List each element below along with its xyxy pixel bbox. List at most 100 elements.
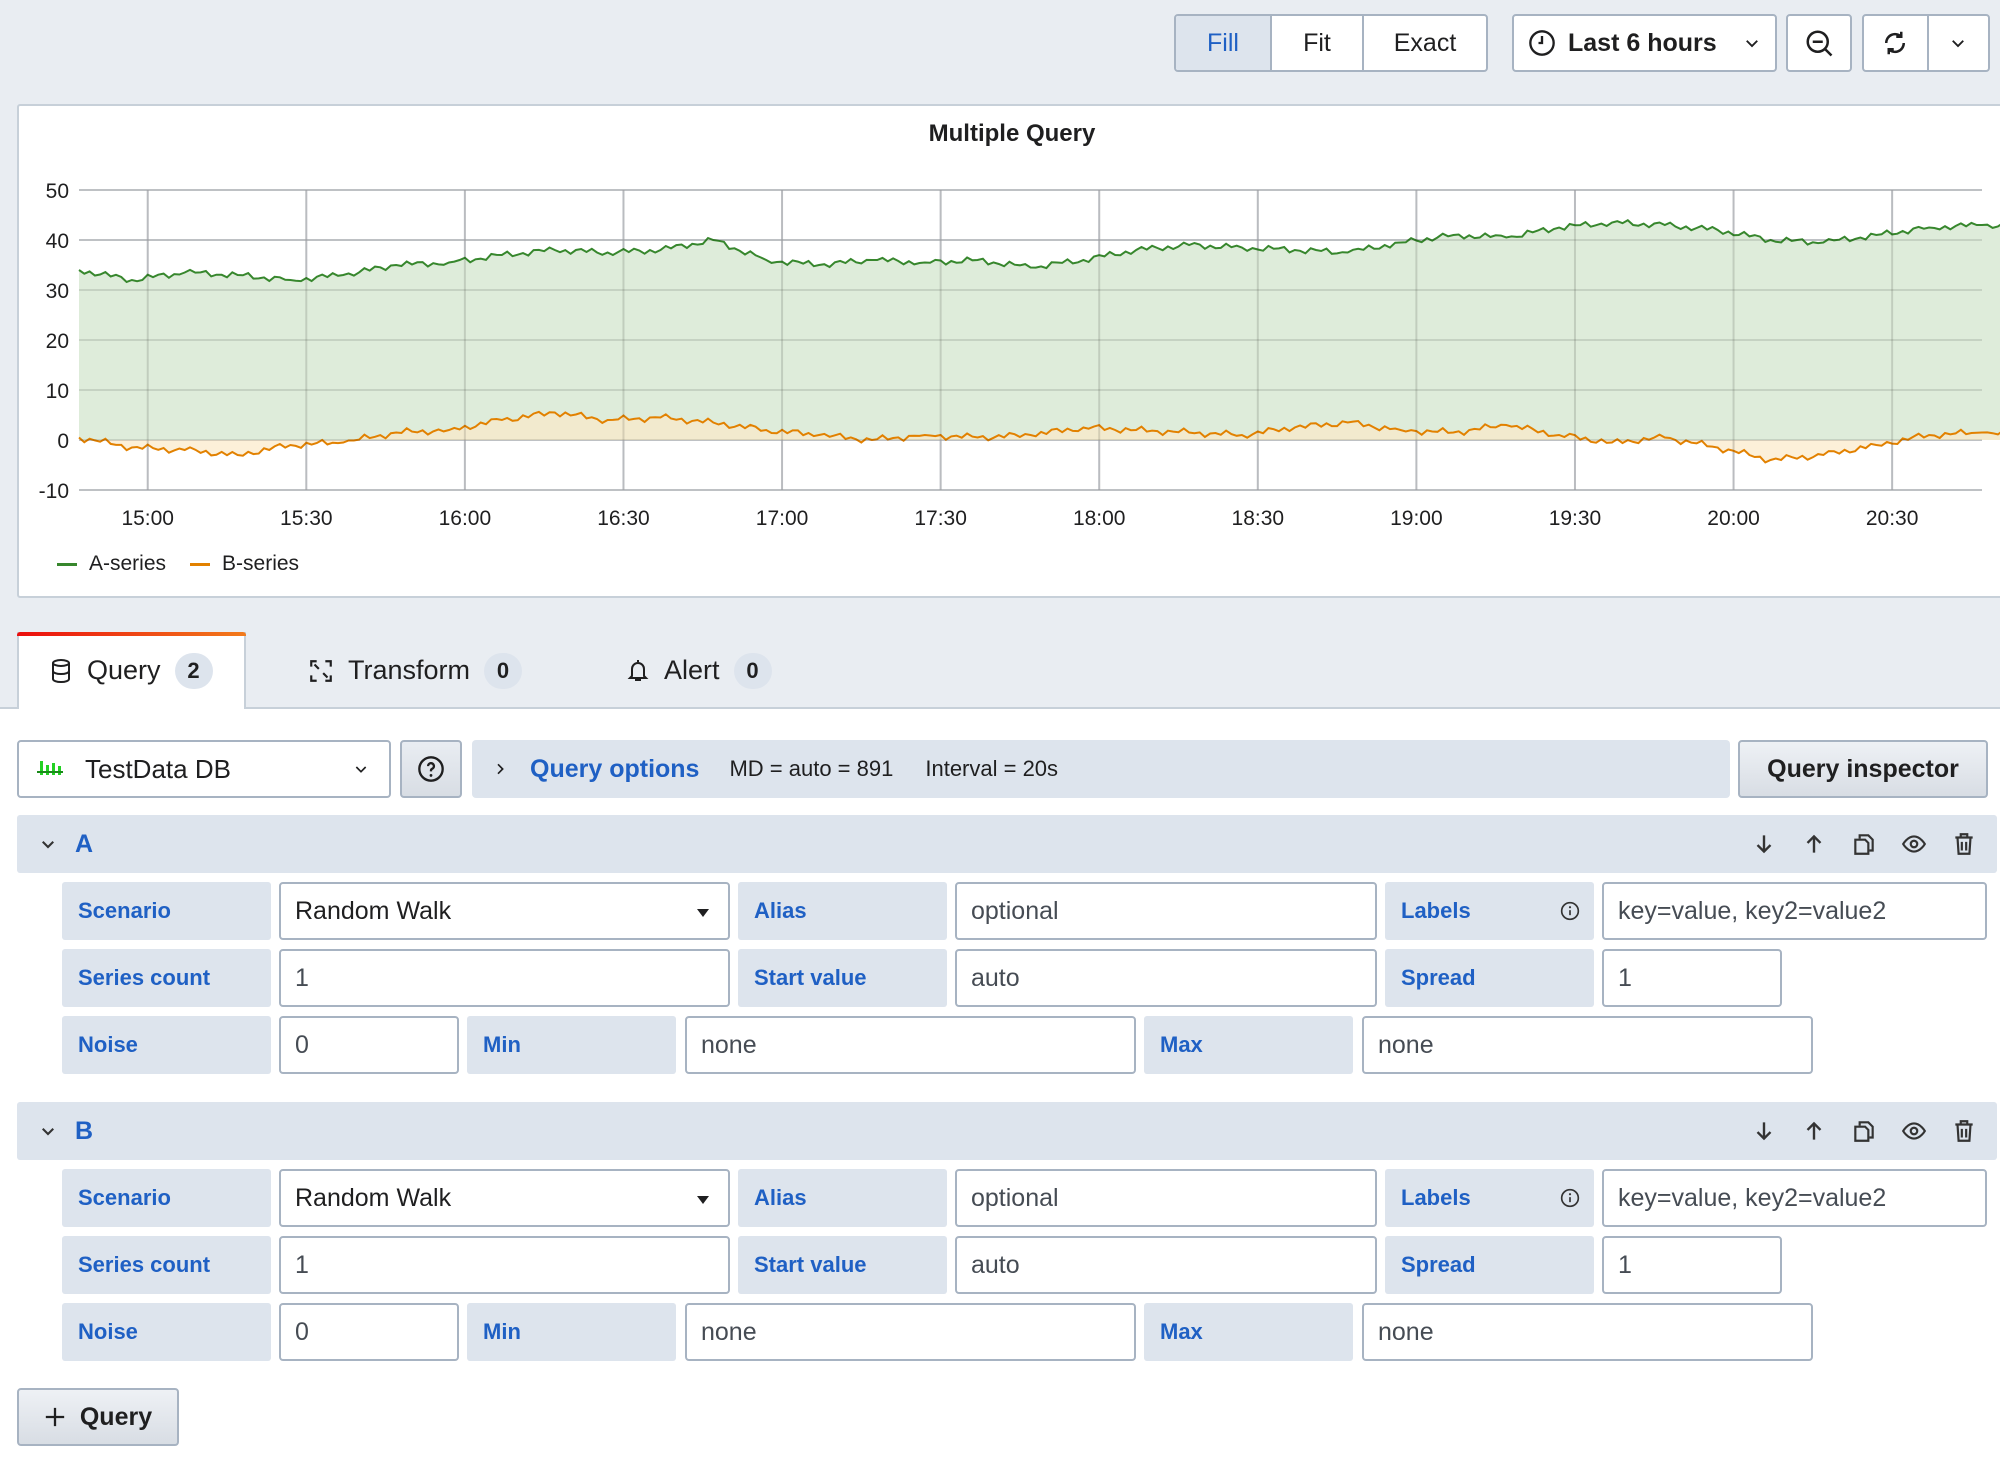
noise-label-text: Noise [78, 1319, 138, 1344]
scenario-select[interactable]: Random Walk [279, 882, 730, 940]
tab-query-count: 2 [174, 652, 213, 689]
start-value-input[interactable]: auto [955, 1236, 1377, 1294]
query-ref-id[interactable]: B [75, 1117, 93, 1146]
min-label-text: Min [483, 1032, 521, 1057]
y-tick-label: 20 [46, 330, 69, 353]
y-tick-label: 0 [57, 430, 69, 453]
labels-input[interactable]: key=value, key2=value2 [1602, 1169, 1987, 1227]
query-options-bar[interactable]: Query options MD = auto = 891 Interval =… [472, 740, 1730, 798]
move-down-icon[interactable] [1751, 1118, 1777, 1144]
fill-button[interactable]: Fill [1176, 16, 1272, 70]
database-icon [52, 658, 70, 683]
max-input[interactable]: none [1362, 1016, 1813, 1074]
time-range-label: Last 6 hours [1568, 28, 1717, 57]
query-inspector-button[interactable]: Query inspector [1738, 740, 1988, 798]
spread-label: Spread [1385, 949, 1594, 1007]
duplicate-query-icon[interactable] [1851, 831, 1877, 857]
series-area-a-series [79, 220, 2000, 440]
x-tick-label: 18:30 [1232, 507, 1285, 530]
tab-alert[interactable]: Alert 0 [596, 632, 772, 709]
delete-query-icon[interactable] [1951, 1118, 1977, 1144]
scenario-label: Scenario [62, 882, 271, 940]
refresh-button[interactable] [1864, 16, 1929, 70]
x-tick-label: 20:30 [1866, 507, 1919, 530]
refresh-group [1862, 14, 1990, 72]
exact-button[interactable]: Exact [1364, 16, 1486, 70]
series-count-label: Series count [62, 949, 271, 1007]
move-up-icon[interactable] [1801, 1118, 1827, 1144]
x-tick-label: 19:30 [1549, 507, 1602, 530]
x-tick-label: 17:00 [756, 507, 809, 530]
series-count-label-text: Series count [78, 1252, 211, 1277]
info-icon[interactable] [1560, 1188, 1580, 1208]
query-row-header-a[interactable]: A [17, 815, 1997, 873]
duplicate-query-icon[interactable] [1851, 1118, 1877, 1144]
toggle-visibility-icon[interactable] [1901, 831, 1927, 857]
labels-input[interactable]: key=value, key2=value2 [1602, 882, 1987, 940]
info-icon[interactable] [1560, 901, 1580, 921]
delete-query-icon[interactable] [1951, 831, 1977, 857]
y-tick-label: 10 [46, 380, 69, 403]
x-tick-label: 18:00 [1073, 507, 1126, 530]
x-tick-label: 16:30 [597, 507, 650, 530]
testdata-logo-icon [37, 761, 63, 775]
min-input-text: none [701, 1317, 757, 1346]
tab-transform[interactable]: Transform 0 [278, 632, 523, 709]
datasource-picker[interactable]: TestData DB [17, 740, 391, 798]
noise-input[interactable]: 0 [279, 1303, 459, 1361]
query-row-header-b[interactable]: B [17, 1102, 1997, 1160]
scenario-label: Scenario [62, 1169, 271, 1227]
query-options-toggle[interactable]: Query options [530, 755, 699, 784]
max-input[interactable]: none [1362, 1303, 1813, 1361]
series-count-label-text: Series count [78, 965, 211, 990]
graph-panel: Multiple Query 50 40 30 20 10 0 -10 15:00 15:30 1… [17, 104, 2000, 598]
chart-legend: A-series B-series [57, 552, 299, 576]
alias-label-text: Alias [754, 898, 807, 923]
spread-input[interactable]: 1 [1602, 1236, 1782, 1294]
toggle-visibility-icon[interactable] [1901, 1118, 1927, 1144]
bell-icon [627, 659, 649, 681]
y-tick-label: 40 [46, 230, 69, 253]
legend-label-a: A-series [89, 552, 167, 575]
noise-input-text: 0 [295, 1317, 309, 1346]
spread-input[interactable]: 1 [1602, 949, 1782, 1007]
transform-icon [310, 659, 332, 682]
tab-transform-count: 0 [484, 652, 523, 689]
tab-query-label: Query [87, 655, 161, 685]
collapse-chevron-icon[interactable] [39, 1122, 57, 1140]
legend-label-b: B-series [222, 552, 300, 575]
chevron-down-icon [1952, 40, 1965, 48]
y-tick-label: -10 [39, 480, 69, 503]
alias-input[interactable]: optional [955, 882, 1377, 940]
caret-down-icon [697, 1196, 709, 1204]
min-label-text: Min [483, 1319, 521, 1344]
zoom-out-button[interactable] [1786, 14, 1852, 72]
alias-input[interactable]: optional [955, 1169, 1377, 1227]
min-input[interactable]: none [685, 1303, 1136, 1361]
move-up-icon[interactable] [1801, 831, 1827, 857]
datasource-help-button[interactable] [400, 740, 462, 798]
chevron-right-icon [497, 763, 504, 775]
add-query-button[interactable]: Query [17, 1388, 179, 1446]
x-tick-label: 15:30 [280, 507, 333, 530]
move-down-icon[interactable] [1751, 831, 1777, 857]
tab-query[interactable]: Query 2 [17, 632, 246, 709]
start-value-input[interactable]: auto [955, 949, 1377, 1007]
time-range-picker[interactable]: Last 6 hours [1512, 14, 1777, 72]
noise-input[interactable]: 0 [279, 1016, 459, 1074]
fit-button[interactable]: Fit [1272, 16, 1364, 70]
scenario-select[interactable]: Random Walk [279, 1169, 730, 1227]
refresh-interval-button[interactable] [1929, 16, 1988, 70]
max-data-points-info: MD = auto = 891 [729, 756, 894, 781]
collapse-chevron-icon[interactable] [39, 835, 57, 853]
max-label-text: Max [1160, 1032, 1203, 1057]
query-ref-id[interactable]: A [75, 830, 93, 859]
series-count-input[interactable]: 1 [279, 949, 730, 1007]
min-input[interactable]: none [685, 1016, 1136, 1074]
labels-input-text: key=value, key2=value2 [1618, 1183, 1887, 1212]
series-count-input[interactable]: 1 [279, 1236, 730, 1294]
labels-label: Labels [1385, 882, 1594, 940]
min-label: Min [467, 1016, 676, 1074]
legend-item-b[interactable]: B-series [190, 552, 299, 576]
legend-item-a[interactable]: A-series [57, 552, 166, 576]
